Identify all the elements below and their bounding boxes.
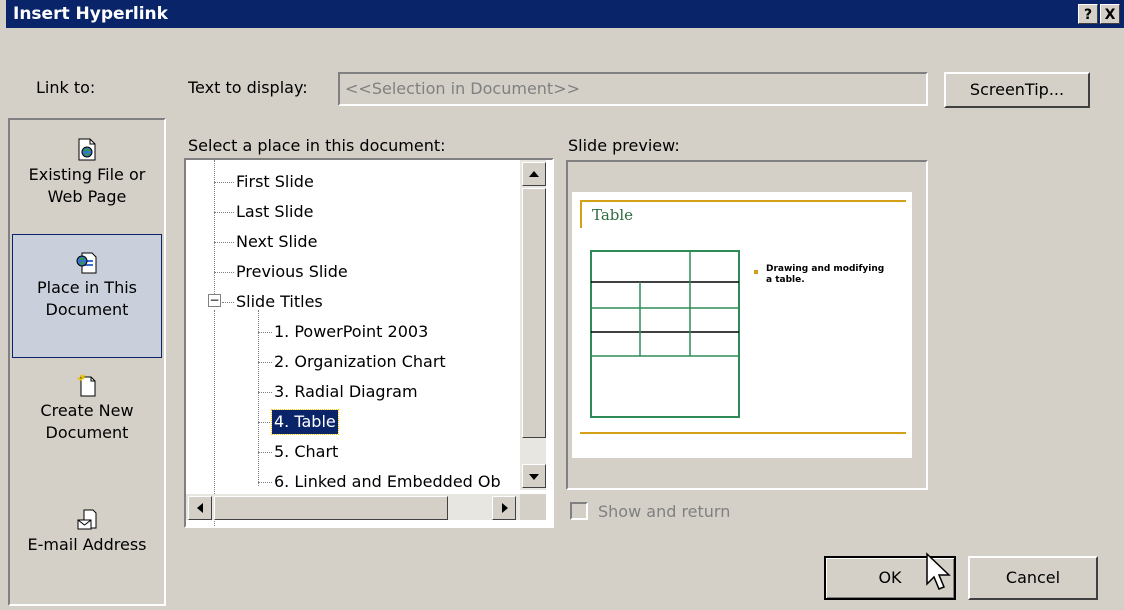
arrow-left-icon <box>197 503 203 513</box>
tree-item-slide-titles[interactable]: Slide Titles <box>234 290 325 314</box>
file-web-icon <box>78 138 96 161</box>
tree-item-next-slide[interactable]: Next Slide <box>234 230 319 254</box>
arrow-up-icon <box>529 171 539 177</box>
cancel-button[interactable]: Cancel <box>968 556 1098 600</box>
place-list-label: Select a place in this document: <box>188 136 446 155</box>
slide-thumbnail: Table Drawing and modifying a table. <box>572 192 912 458</box>
tree-item-slide-3[interactable]: 3. Radial Diagram <box>272 380 420 404</box>
scroll-left-button[interactable] <box>188 496 212 520</box>
arrow-right-icon <box>502 503 508 513</box>
nav-email-label: E-mail Address <box>27 535 147 554</box>
nav-existing-file-or-web-page[interactable]: Existing File or Web Page <box>12 138 162 222</box>
tree-item-slide-2[interactable]: 2. Organization Chart <box>272 350 448 374</box>
vertical-scroll-thumb[interactable] <box>522 188 546 438</box>
title-rule <box>580 200 906 202</box>
tree-item-slide-5[interactable]: 5. Chart <box>272 440 340 464</box>
nav-existing-label-2: Web Page <box>47 187 127 206</box>
email-icon <box>77 509 97 530</box>
tree-item-slide-1[interactable]: 1. PowerPoint 2003 <box>272 320 430 344</box>
tree-item-last-slide[interactable]: Last Slide <box>234 200 315 224</box>
tree-item-slide-6[interactable]: 6. Linked and Embedded Ob <box>272 470 503 494</box>
new-document-icon <box>77 374 96 397</box>
text-to-display-input[interactable]: <<Selection in Document>> <box>338 72 928 106</box>
text-to-display-label: Text to display: <box>188 78 308 97</box>
tree-content: − First Slide Last Slide Next Slide Prev… <box>186 160 552 526</box>
insert-hyperlink-dialog: Insert Hyperlink ? X Link to: Existing F… <box>0 0 1124 610</box>
text-to-display-value: <<Selection in Document>> <box>345 79 581 98</box>
close-button[interactable]: X <box>1100 4 1120 24</box>
nav-place-label-1: Place in This <box>37 278 137 297</box>
bullet-marker <box>754 270 758 274</box>
show-and-return-checkbox[interactable] <box>570 502 588 520</box>
link-to-panel: Existing File or Web Page Place in This … <box>8 118 166 606</box>
screentip-button[interactable]: ScreenTip... <box>944 72 1090 108</box>
slide-table-graphic <box>590 250 740 418</box>
scroll-up-button[interactable] <box>522 162 546 186</box>
scroll-right-button[interactable] <box>492 496 516 520</box>
mouse-cursor-icon <box>926 552 951 590</box>
dialog-title: Insert Hyperlink <box>13 4 168 24</box>
title-bar: Insert Hyperlink ? X <box>6 0 1124 28</box>
slide-preview: Table Drawing and modifying a table. <box>568 162 926 488</box>
nav-create-label-2: Document <box>45 423 129 442</box>
horizontal-scrollbar[interactable] <box>186 494 520 520</box>
title-accent-bar <box>580 200 582 228</box>
horizontal-scroll-thumb[interactable] <box>214 496 448 520</box>
nav-place-in-this-document[interactable]: Place in This Document <box>12 234 162 358</box>
scroll-corner <box>520 494 546 520</box>
tree-item-first-slide[interactable]: First Slide <box>234 170 316 194</box>
link-to-label: Link to: <box>36 78 96 97</box>
nav-create-label-1: Create New <box>40 401 134 420</box>
arrow-down-icon <box>529 474 539 480</box>
tree-item-previous-slide[interactable]: Previous Slide <box>234 260 350 284</box>
tree-item-slide-4-selected[interactable]: 4. Table <box>271 409 339 435</box>
show-and-return-label: Show and return <box>598 502 731 521</box>
help-button[interactable]: ? <box>1078 4 1098 24</box>
bottom-rule <box>580 432 906 434</box>
nav-existing-label-1: Existing File or <box>28 165 146 184</box>
slide-titles-expander[interactable]: − <box>208 294 221 307</box>
scroll-down-button[interactable] <box>522 464 546 488</box>
slide-preview-label: Slide preview: <box>568 136 680 155</box>
nav-place-label-2: Document <box>45 300 129 319</box>
bullet-text: Drawing and modifying a table. <box>766 264 885 285</box>
nav-create-new-document[interactable]: Create New Document <box>12 374 162 458</box>
nav-email-address[interactable]: E-mail Address <box>12 508 162 572</box>
place-in-document-icon <box>76 252 97 274</box>
slide-title: Table <box>592 206 634 224</box>
vertical-scrollbar[interactable] <box>520 160 546 490</box>
